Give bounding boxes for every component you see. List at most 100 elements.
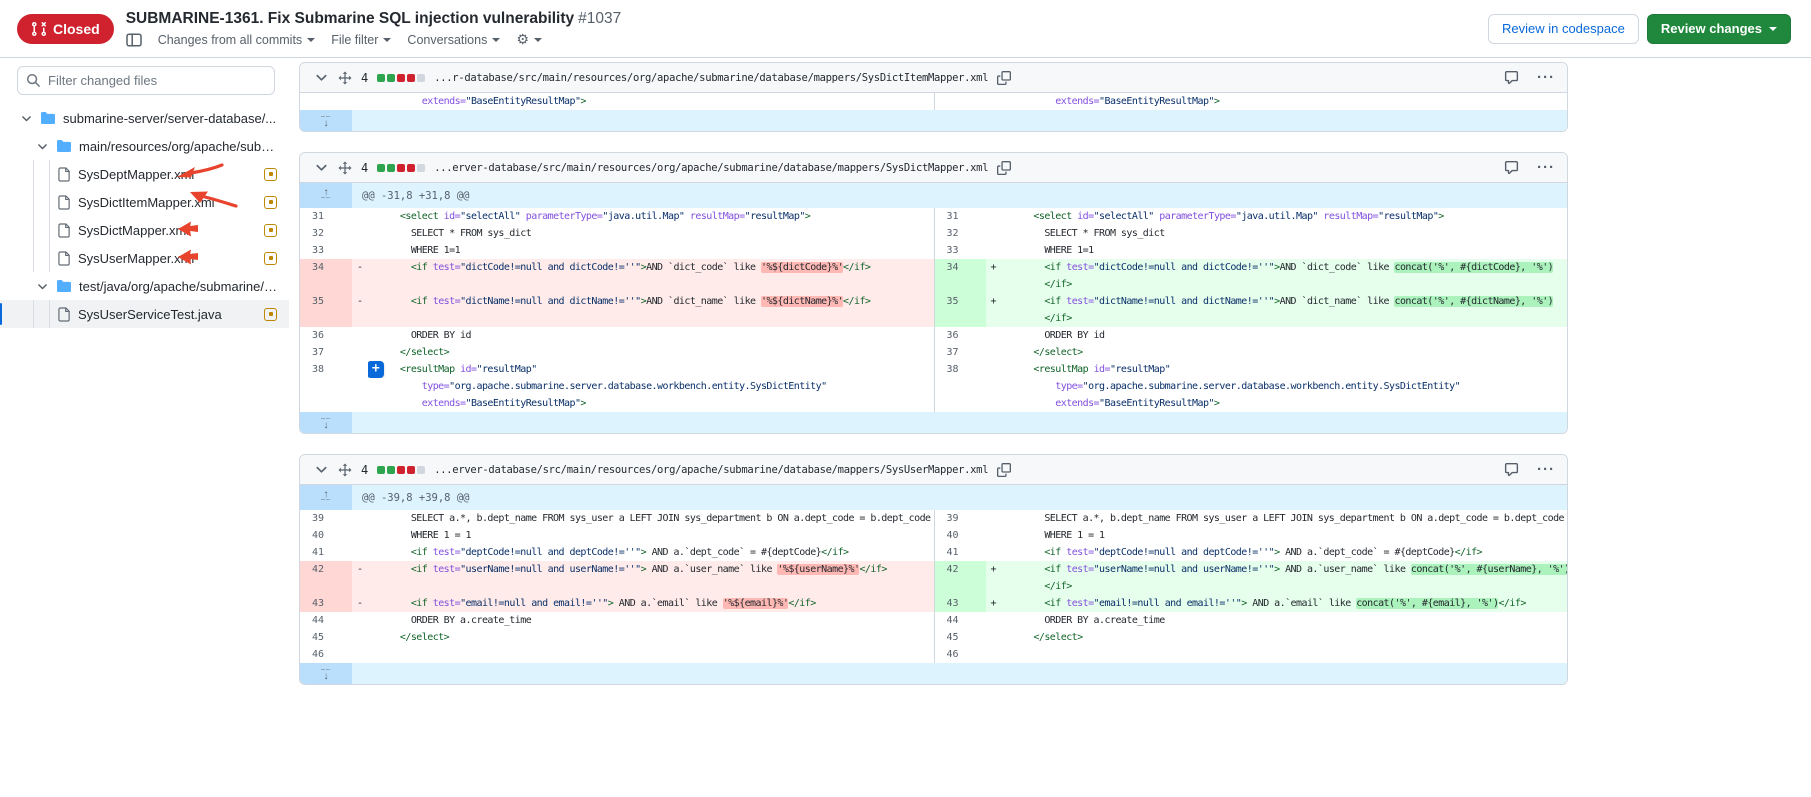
expand-up-icon[interactable]: ↑┈┈: [321, 492, 331, 504]
line-number[interactable]: 45: [934, 629, 986, 646]
line-number[interactable]: 38: [934, 361, 986, 378]
filter-files-input[interactable]: [17, 66, 275, 95]
line-number[interactable]: 40: [934, 527, 986, 544]
line-number[interactable]: 37: [934, 344, 986, 361]
line-number[interactable]: 36: [934, 327, 986, 344]
line-number[interactable]: 46: [934, 646, 986, 663]
expand-down-icon[interactable]: ┈┈↓: [321, 115, 331, 127]
code-segment: <if: [378, 296, 433, 307]
code-segment: '%${email}%': [723, 598, 789, 609]
tree-file-row[interactable]: SysUserMapper.xml: [0, 244, 289, 272]
file-filter-dropdown[interactable]: File filter: [331, 33, 391, 47]
line-number[interactable]: [300, 378, 352, 395]
code-segment: WHERE 1 = 1: [378, 530, 471, 541]
diff-stat-square-add: [377, 164, 385, 172]
chevron-down-icon[interactable]: [36, 140, 49, 153]
drag-handle-icon[interactable]: [338, 463, 352, 477]
line-number[interactable]: [934, 378, 986, 395]
line-number[interactable]: 40: [300, 527, 352, 544]
line-number[interactable]: 33: [300, 242, 352, 259]
expand-down-icon[interactable]: ┈┈↓: [321, 417, 331, 429]
hunk-expand-gutter[interactable]: ↑┈┈: [300, 485, 352, 510]
line-number[interactable]: 45: [300, 629, 352, 646]
code-line: <select id="selectAll" parameterType="ja…: [368, 208, 934, 225]
kebab-menu-icon[interactable]: ···: [1537, 163, 1555, 173]
line-number[interactable]: 32: [934, 225, 986, 242]
line-number[interactable]: 43: [300, 595, 352, 612]
tree-item-label: SysUserServiceTest.java: [78, 307, 222, 322]
line-number[interactable]: 33: [934, 242, 986, 259]
line-number[interactable]: 44: [300, 612, 352, 629]
tree-file-row[interactable]: SysDictMapper.xml: [0, 216, 289, 244]
tree-folder-row[interactable]: main/resources/org/apache/subm...: [0, 132, 289, 160]
tree-folder-row[interactable]: submarine-server/server-database/...: [0, 104, 289, 132]
comment-icon[interactable]: [1504, 462, 1519, 477]
tree-folder-row[interactable]: test/java/org/apache/submarine/s...: [0, 272, 289, 300]
line-number[interactable]: 36: [300, 327, 352, 344]
line-number[interactable]: 34: [934, 259, 986, 293]
file-tree-toggle-icon[interactable]: [126, 32, 142, 48]
modified-status-icon: [264, 252, 277, 265]
line-number[interactable]: 35: [300, 293, 352, 327]
expand-band-rest: [352, 110, 1567, 131]
review-changes-button[interactable]: Review changes: [1647, 14, 1791, 44]
line-number[interactable]: [300, 395, 352, 412]
line-number[interactable]: 41: [300, 544, 352, 561]
code-visual-line: </if>: [1012, 310, 1568, 327]
code-visual-line: </select>: [1012, 344, 1568, 361]
tree-file-row[interactable]: SysDeptMapper.xml: [0, 160, 289, 188]
line-number[interactable]: 34: [300, 259, 352, 293]
add-comment-plus-button[interactable]: +: [368, 361, 384, 378]
code-segment: </if>: [1455, 547, 1482, 558]
line-number[interactable]: 41: [934, 544, 986, 561]
conversations-dropdown[interactable]: Conversations: [407, 33, 500, 47]
line-number[interactable]: 43: [934, 595, 986, 612]
kebab-menu-icon[interactable]: ···: [1537, 73, 1555, 83]
code-visual-line: </select>: [1012, 629, 1568, 646]
collapse-chevron-icon[interactable]: [314, 462, 329, 477]
expand-up-icon[interactable]: ↑┈┈: [321, 190, 331, 202]
drag-handle-icon[interactable]: [338, 71, 352, 85]
chevron-down-icon[interactable]: [36, 280, 49, 293]
expand-band-gutter[interactable]: ┈┈↓: [300, 110, 352, 131]
expand-down-icon[interactable]: ┈┈↓: [321, 668, 331, 680]
collapse-chevron-icon[interactable]: [314, 70, 329, 85]
line-number[interactable]: 42: [300, 561, 352, 595]
line-number[interactable]: 31: [934, 208, 986, 225]
diff-settings-gear[interactable]: ⚙: [516, 31, 542, 48]
line-number[interactable]: 42: [934, 561, 986, 595]
changes-from-dropdown[interactable]: Changes from all commits: [158, 33, 316, 47]
copy-path-icon[interactable]: [997, 463, 1011, 477]
drag-handle-icon[interactable]: [338, 161, 352, 175]
expand-band-gutter[interactable]: ┈┈↓: [300, 663, 352, 684]
line-number[interactable]: [300, 93, 352, 110]
code-segment: >: [580, 96, 585, 107]
line-number[interactable]: 31: [300, 208, 352, 225]
line-number[interactable]: 39: [934, 510, 986, 527]
line-number[interactable]: 44: [934, 612, 986, 629]
code-segment: </if>: [1012, 581, 1072, 592]
copy-path-icon[interactable]: [997, 71, 1011, 85]
review-in-codespace-button[interactable]: Review in codespace: [1488, 14, 1639, 44]
diff-sign: [986, 208, 1002, 225]
hunk-expand-gutter[interactable]: ↑┈┈: [300, 183, 352, 208]
folder-icon: [56, 139, 72, 153]
kebab-menu-icon[interactable]: ···: [1537, 465, 1555, 475]
collapse-chevron-icon[interactable]: [314, 160, 329, 175]
expand-band-gutter[interactable]: ┈┈↓: [300, 412, 352, 433]
line-number[interactable]: 38: [300, 361, 352, 378]
comment-icon[interactable]: [1504, 70, 1519, 85]
line-number[interactable]: 37: [300, 344, 352, 361]
tree-file-row[interactable]: SysDictItemMapper.xml: [0, 188, 289, 216]
line-number[interactable]: 46: [300, 646, 352, 663]
chevron-down-icon[interactable]: [20, 112, 33, 125]
diff-sign: [352, 527, 368, 544]
comment-icon[interactable]: [1504, 160, 1519, 175]
line-number[interactable]: 35: [934, 293, 986, 327]
line-number[interactable]: [934, 93, 986, 110]
tree-file-row[interactable]: SysUserServiceTest.java: [0, 300, 289, 328]
copy-path-icon[interactable]: [997, 161, 1011, 175]
line-number[interactable]: [934, 395, 986, 412]
line-number[interactable]: 39: [300, 510, 352, 527]
line-number[interactable]: 32: [300, 225, 352, 242]
